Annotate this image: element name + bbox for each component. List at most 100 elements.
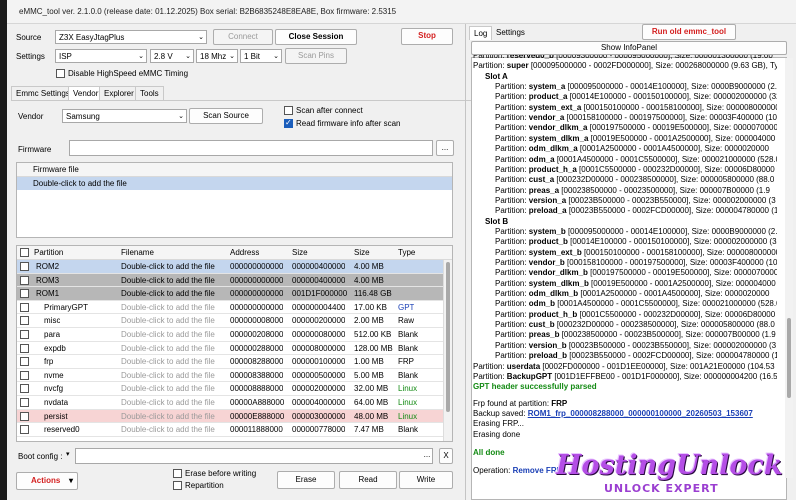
mode-select[interactable]: ISP ⌄ bbox=[55, 49, 147, 63]
firmware-path-input[interactable] bbox=[69, 140, 433, 156]
read-firmware-label: Read firmware info after scan bbox=[296, 119, 401, 128]
tab-log-settings[interactable]: Settings bbox=[492, 26, 529, 40]
log-scrollbar-thumb[interactable] bbox=[787, 318, 791, 398]
cell-filename: Double-click to add the file bbox=[121, 357, 215, 367]
log-line: Partition: preload_a [00023B550000 - 000… bbox=[495, 206, 777, 216]
log-line: Partition: preload_b [00023B550000 - 000… bbox=[495, 351, 777, 361]
row-checkbox[interactable] bbox=[20, 302, 29, 312]
table-row[interactable]: para Double-click to add the file 00000020… bbox=[17, 328, 452, 342]
table-row[interactable]: ROM2 Double-click to add the file 00000000… bbox=[17, 260, 452, 274]
voltage-value: 2.8 V bbox=[154, 52, 173, 61]
cell-partition: ROM3 bbox=[36, 275, 60, 285]
connect-button[interactable]: Connect bbox=[213, 29, 273, 45]
table-row[interactable]: PrimaryGPT Double-click to add the file 00… bbox=[17, 301, 452, 315]
table-row[interactable]: persist Double-click to add the file 00000… bbox=[17, 409, 452, 424]
bits-value: 1 Bit bbox=[244, 52, 261, 61]
row-checkbox[interactable] bbox=[20, 343, 29, 353]
freq-select[interactable]: 18 Mhz ⌄ bbox=[196, 49, 238, 63]
row-checkbox[interactable] bbox=[20, 425, 29, 435]
row-checkbox[interactable] bbox=[20, 357, 29, 367]
disable-highspeed-checkbox[interactable] bbox=[56, 69, 65, 78]
boot-dropdown-icon[interactable]: ▾ bbox=[66, 450, 71, 462]
erase-before-writing-checkbox[interactable] bbox=[173, 469, 182, 478]
table-row[interactable]: misc Double-click to add the file 00000000… bbox=[17, 314, 452, 328]
vendor-select[interactable]: Samsung ⌄ bbox=[62, 109, 187, 123]
scan-after-connect-checkbox[interactable] bbox=[284, 106, 293, 115]
table-row[interactable]: ROM3 Double-click to add the file 00000000… bbox=[17, 273, 452, 288]
show-infopanel-button[interactable]: Show InfoPanel bbox=[471, 41, 787, 55]
log-erasing: Erasing FRP... bbox=[473, 419, 524, 429]
log-scrollbar[interactable] bbox=[785, 58, 793, 478]
read-button[interactable]: Read bbox=[339, 471, 397, 489]
cell-type: Linux bbox=[398, 398, 418, 407]
log-line: Partition: vendor_b [000158100000 - 0001… bbox=[495, 258, 777, 267]
row-checkbox[interactable] bbox=[20, 289, 29, 299]
row-checkbox[interactable] bbox=[20, 411, 29, 421]
log-slot-a: Slot A bbox=[485, 71, 508, 81]
row-checkbox[interactable] bbox=[20, 370, 29, 380]
row-checkbox[interactable] bbox=[20, 398, 29, 407]
row-checkbox[interactable] bbox=[20, 316, 29, 326]
voltage-select[interactable]: 2.8 V ⌄ bbox=[150, 49, 194, 63]
table-row[interactable]: expdb Double-click to add the file 0000002… bbox=[17, 342, 452, 356]
cell-size-hex: 000000080000 bbox=[292, 330, 346, 339]
row-checkbox[interactable] bbox=[20, 384, 29, 394]
table-scrollbar[interactable] bbox=[443, 260, 452, 441]
read-firmware-checkbox[interactable] bbox=[284, 118, 293, 128]
table-row[interactable]: nvcfg Double-click to add the file 0000088… bbox=[17, 382, 452, 396]
cell-partition: nvcfg bbox=[44, 384, 64, 394]
table-row[interactable]: nvdata Double-click to add the file 00000A… bbox=[17, 396, 452, 410]
tab-log[interactable]: Log bbox=[469, 26, 493, 40]
firmware-row[interactable]: Double-click to add the file bbox=[17, 177, 452, 190]
cell-address: 000008388000 bbox=[230, 370, 284, 380]
tab-explorer[interactable]: Explorer bbox=[99, 86, 139, 100]
boot-clear-button[interactable]: X bbox=[439, 448, 453, 464]
cell-type: FRP bbox=[398, 357, 414, 367]
table-row[interactable]: nvme Double-click to add the file 00000838… bbox=[17, 369, 452, 383]
actions-button[interactable]: Actions ▾ bbox=[16, 472, 78, 490]
boot-config-input[interactable] bbox=[75, 448, 433, 464]
backup-link[interactable]: ROM1_frp_000008288000_000000100000_20260… bbox=[528, 409, 753, 418]
cell-partition: PrimaryGPT bbox=[44, 302, 88, 312]
erase-button[interactable]: Erase bbox=[277, 471, 335, 489]
scan-pins-button[interactable]: Scan Pins bbox=[285, 48, 347, 64]
col-address: Address bbox=[230, 248, 260, 257]
boot-browse-button[interactable]: ... bbox=[420, 448, 434, 464]
table-row[interactable]: reserved0 Double-click to add the file 000… bbox=[17, 423, 452, 437]
repartition-checkbox[interactable] bbox=[173, 481, 182, 490]
tab-emmc-settings[interactable]: Emmc Settings bbox=[11, 86, 75, 100]
cell-partition: persist bbox=[44, 411, 68, 421]
firmware-grid-header: Firmware file bbox=[17, 163, 452, 177]
table-row[interactable]: ROM1 Double-click to add the file 00000000… bbox=[17, 287, 452, 301]
scan-source-button[interactable]: Scan Source bbox=[189, 108, 263, 124]
cell-address: 000000000000 bbox=[230, 302, 284, 312]
cell-size-hex: 000000200000 bbox=[292, 316, 346, 326]
bits-select[interactable]: 1 Bit ⌄ bbox=[240, 49, 282, 63]
cell-size-hex: 000000500000 bbox=[292, 370, 346, 380]
log-line: Partition: system_ext_a [000150100000 - … bbox=[495, 102, 777, 112]
table-scrollbar-thumb[interactable] bbox=[446, 262, 450, 412]
cell-address: 000000208000 bbox=[230, 330, 284, 339]
source-select[interactable]: Z3X EasyJtagPlus ⌄ bbox=[55, 30, 207, 44]
run-old-emmc-tool-button[interactable]: Run old emmc_tool bbox=[642, 24, 736, 40]
cell-size: 2.00 MB bbox=[354, 316, 384, 326]
select-all-checkbox[interactable] bbox=[20, 248, 29, 257]
cell-size-hex: 000008000000 bbox=[292, 343, 346, 353]
stop-button[interactable]: Stop bbox=[401, 28, 453, 45]
row-checkbox[interactable] bbox=[20, 330, 29, 339]
cell-size-hex: 000000004400 bbox=[292, 302, 346, 312]
cell-type: GPT bbox=[398, 302, 415, 312]
table-row[interactable]: frp Double-click to add the file 000008288… bbox=[17, 355, 452, 369]
close-session-button[interactable]: Close Session bbox=[275, 29, 357, 45]
row-checkbox[interactable] bbox=[20, 262, 29, 271]
write-button[interactable]: Write bbox=[399, 471, 453, 489]
row-checkbox[interactable] bbox=[20, 275, 29, 285]
log-backup-saved: Backup saved: ROM1_frp_000008288000_0000… bbox=[473, 408, 753, 418]
source-label: Source bbox=[16, 33, 42, 42]
tab-tools[interactable]: Tools bbox=[135, 86, 164, 100]
log-line: Partition: odm_dlkm_a [0001A2500000 - 00… bbox=[495, 144, 769, 154]
splitter[interactable] bbox=[465, 24, 466, 500]
scan-after-connect-label: Scan after connect bbox=[296, 106, 363, 115]
log-text: Partition: reserved0_b [00009300000 - 00… bbox=[471, 55, 777, 477]
firmware-browse-button[interactable]: ... bbox=[436, 140, 454, 156]
